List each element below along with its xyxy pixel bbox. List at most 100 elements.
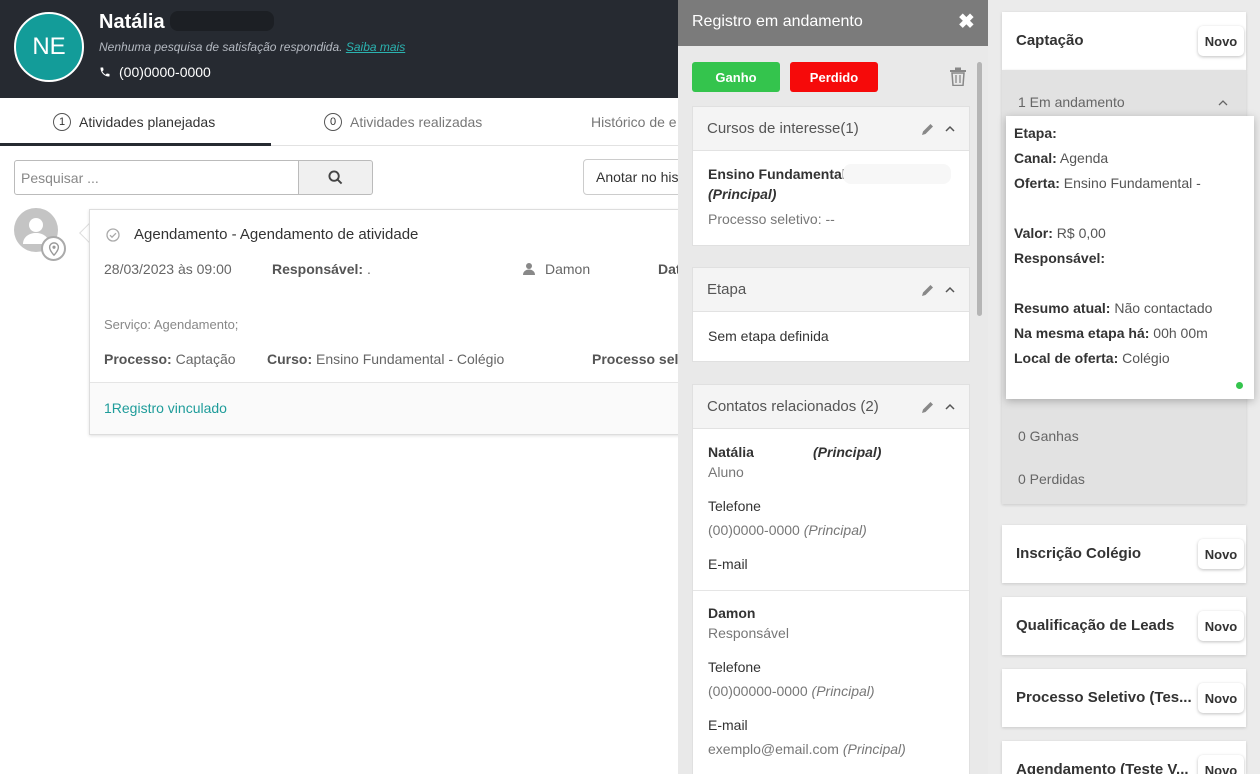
popup-local: Local de oferta: Colégio xyxy=(1014,350,1170,366)
etapa-value: Sem etapa definida xyxy=(708,328,829,344)
contact2-tel-label: Telefone xyxy=(708,659,761,675)
curso-label: Curso: xyxy=(267,351,313,367)
pencil-icon[interactable] xyxy=(921,122,935,136)
search-icon xyxy=(328,170,343,185)
pencil-icon[interactable] xyxy=(921,400,935,414)
activity-card: Agendamento - Agendamento de atividade 2… xyxy=(89,209,689,435)
tab-count: 1 xyxy=(53,113,71,131)
contact1-role: Aluno xyxy=(708,464,744,480)
tab-count: 0 xyxy=(324,113,342,131)
location-badge xyxy=(41,236,66,261)
activity-title: Agendamento - Agendamento de atividade xyxy=(134,226,419,243)
tab-atividades-planejadas[interactable]: 1 Atividades planejadas xyxy=(53,98,215,146)
valor-label: Valor: xyxy=(1014,225,1053,241)
contact2-name: Damon xyxy=(708,605,756,621)
contact2-email: exemplo@email.com (Principal) xyxy=(708,741,906,757)
search-button[interactable] xyxy=(298,160,373,195)
popup-oferta: Oferta: Ensino Fundamental - xyxy=(1014,175,1201,191)
popup-resumo: Resumo atual: Não contactado xyxy=(1014,300,1212,316)
captacao-card[interactable]: Captação Novo xyxy=(1002,12,1246,70)
pencil-icon[interactable] xyxy=(921,283,935,297)
perdido-button[interactable]: Perdido xyxy=(790,62,878,92)
contact1-tel: (00)0000-0000 (Principal) xyxy=(708,522,867,538)
ganhas-label[interactable]: 0 Ganhas xyxy=(1018,428,1079,444)
saiba-mais-link[interactable]: Saiba mais xyxy=(346,40,405,54)
chevron-up-icon[interactable] xyxy=(945,403,955,411)
popup-valor: Valor: R$ 0,00 xyxy=(1014,225,1106,241)
qualificacao-title: Qualificação de Leads xyxy=(1016,617,1175,634)
person-icon xyxy=(523,263,535,275)
novo-button[interactable]: Novo xyxy=(1198,755,1244,774)
contact2-tel: (00)00000-0000 (Principal) xyxy=(708,683,875,699)
contatos-section: Contatos relacionados (2) Natália (Princ… xyxy=(692,384,970,774)
processo-seletivo-card[interactable]: Processo Seletivo (Tes... Novo xyxy=(1002,669,1246,727)
popup-mesma-etapa: Na mesma etapa há: 00h 00m xyxy=(1014,325,1208,341)
survey-info: Nenhuma pesquisa de satisfação respondid… xyxy=(99,40,405,54)
processo-value: Captação xyxy=(175,351,236,367)
card-footer: 1Registro vinculado xyxy=(90,382,688,434)
qualificacao-card[interactable]: Qualificação de Leads Novo xyxy=(1002,597,1246,655)
ganho-button[interactable]: Ganho xyxy=(692,62,780,92)
activity-user: Damon xyxy=(545,261,591,277)
popup-responsavel: Responsável: xyxy=(1014,250,1105,266)
contact1-name: Natália xyxy=(708,444,754,460)
linked-records-link[interactable]: 1Registro vinculado xyxy=(104,400,227,416)
survey-text: Nenhuma pesquisa de satisfação respondid… xyxy=(99,40,343,54)
chevron-up-icon[interactable] xyxy=(1218,99,1228,106)
canal-value: Agenda xyxy=(1059,150,1109,166)
novo-button[interactable]: Novo xyxy=(1198,683,1244,713)
oferta-label: Oferta: xyxy=(1014,175,1060,191)
perdidas-label[interactable]: 0 Perdidas xyxy=(1018,471,1085,487)
panel-header: Registro em andamento xyxy=(678,0,988,46)
close-icon[interactable]: ✖ xyxy=(958,11,975,33)
avatar-initials: NE xyxy=(32,33,66,60)
phone-icon xyxy=(100,67,110,77)
phone-number: (00)0000-0000 xyxy=(119,64,211,80)
chevron-up-icon[interactable] xyxy=(945,125,955,133)
active-tab-indicator xyxy=(0,143,271,146)
tab-label: Atividades realizadas xyxy=(350,114,483,130)
captacao-title: Captação xyxy=(1016,32,1084,49)
responsavel-label: Responsável: xyxy=(1014,250,1106,266)
agendamento-card[interactable]: Agendamento (Teste V... Novo xyxy=(1002,741,1246,774)
cursos-section: Cursos de interesse(1) Ensino Fundamenta… xyxy=(692,106,970,246)
activity-servico: Serviço: Agendamento; xyxy=(104,317,239,332)
cursos-title: Cursos de interesse(1) xyxy=(707,120,859,137)
novo-button[interactable]: Novo xyxy=(1198,611,1244,641)
popup-canal: Canal: Agenda xyxy=(1014,150,1108,166)
valor-value: R$ 0,00 xyxy=(1056,225,1106,241)
em-andamento-label[interactable]: 1 Em andamento xyxy=(1018,94,1125,110)
resumo-value: Não contactado xyxy=(1114,300,1213,316)
registro-popup[interactable]: Etapa: Canal: Agenda Oferta: Ensino Fund… xyxy=(1006,116,1254,399)
novo-button[interactable]: Novo xyxy=(1198,539,1244,569)
contact-name: Natália xyxy=(99,11,275,34)
contatos-title: Contatos relacionados (2) xyxy=(707,398,879,415)
processo-label: Processo: xyxy=(104,351,172,367)
contact1-tel-label: Telefone xyxy=(708,498,761,514)
contact-name-text: Natália xyxy=(99,11,165,33)
responsavel-value: . xyxy=(366,261,371,277)
tab-label: Atividades planejadas xyxy=(79,114,216,130)
pipeline-column: Captação Novo 1 Em andamento 0 Ganhas 0 … xyxy=(988,0,1260,774)
local-label: Local de oferta: xyxy=(1014,350,1119,366)
tab-atividades-realizadas[interactable]: 0 Atividades realizadas xyxy=(324,98,482,146)
activity-curso: Curso: Ensino Fundamental - Colégio xyxy=(267,351,504,367)
etapa-header: Etapa xyxy=(693,268,969,312)
tab-label: Histórico de e xyxy=(591,114,677,130)
contact2-email-principal: (Principal) xyxy=(842,741,906,757)
scrollbar[interactable] xyxy=(977,62,982,316)
trash-icon[interactable] xyxy=(949,67,967,86)
avatar: NE xyxy=(14,12,84,82)
activity-processo: Processo: Captação xyxy=(104,351,236,367)
chevron-up-icon[interactable] xyxy=(945,286,955,294)
registro-panel: Registro em andamento ✖ Ganho Perdido Cu… xyxy=(678,0,988,774)
novo-button[interactable]: Novo xyxy=(1198,26,1244,56)
canal-label: Canal: xyxy=(1014,150,1057,166)
course-processo: Processo seletivo: -- xyxy=(708,211,835,227)
tab-historico[interactable]: Histórico de e xyxy=(591,98,677,146)
check-circle-icon xyxy=(106,228,120,242)
status-dot xyxy=(1236,382,1243,389)
mesma-etapa-label: Na mesma etapa há: xyxy=(1014,325,1150,341)
search-input[interactable] xyxy=(14,160,299,195)
inscricao-card[interactable]: Inscrição Colégio Novo xyxy=(1002,525,1246,583)
